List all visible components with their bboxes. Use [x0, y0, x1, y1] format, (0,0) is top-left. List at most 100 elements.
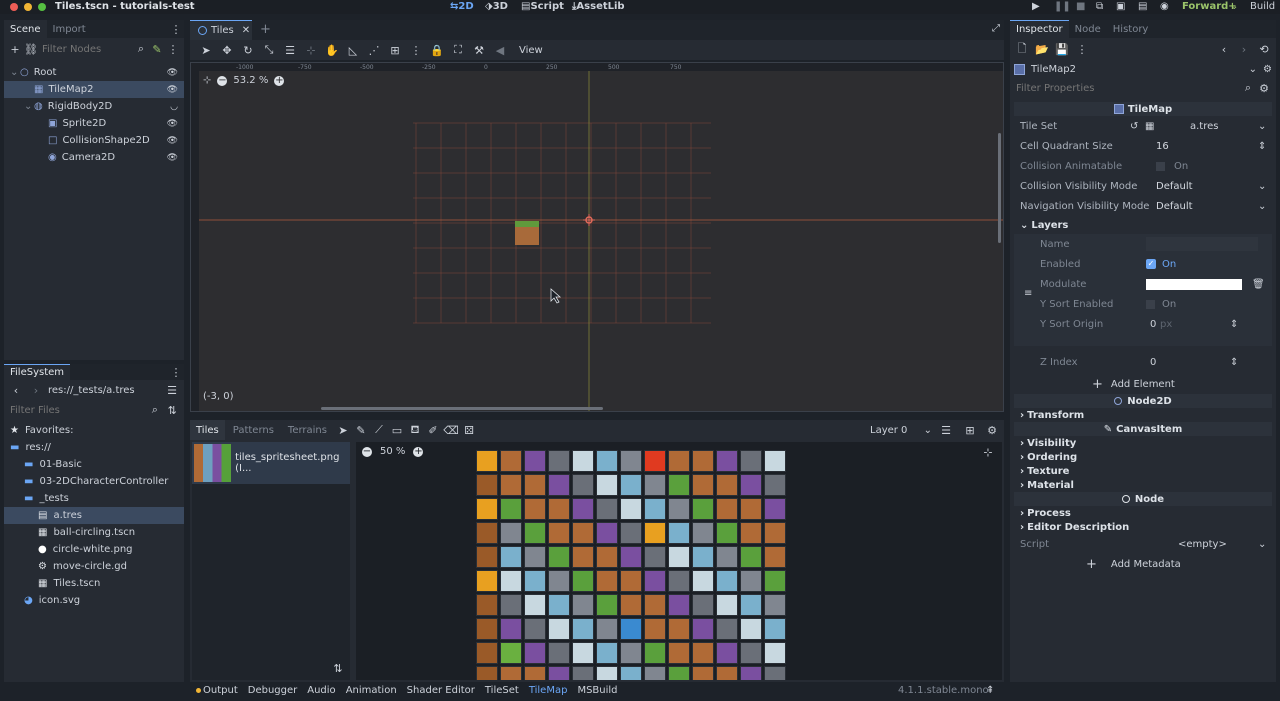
atlas-tile[interactable]	[500, 498, 522, 520]
atlas-tile[interactable]	[524, 522, 546, 544]
recent-history-icon[interactable]: ⟲	[1256, 41, 1272, 57]
scene-menu-icon[interactable]: ⋮	[166, 41, 180, 57]
zoom-out-icon[interactable]: −	[362, 446, 372, 457]
atlas-tile[interactable]	[764, 666, 786, 680]
atlas-tile[interactable]	[716, 642, 738, 664]
scene-node-collisionshape2d[interactable]: □ CollisionShape2D 👁	[4, 132, 184, 149]
atlas-tile[interactable]	[548, 474, 570, 496]
atlas-tile[interactable]	[716, 546, 738, 568]
atlas-tile[interactable]	[524, 546, 546, 568]
scene-node-rigidbody2d[interactable]: ⌄ ◍ RigidBody2D ◡	[4, 98, 184, 115]
select-tool-icon[interactable]: ➤	[335, 422, 351, 438]
atlas-tile[interactable]	[620, 522, 642, 544]
atlas-tile[interactable]	[548, 594, 570, 616]
atlas-tile[interactable]	[500, 570, 522, 592]
layer-select[interactable]: Layer 0 ⌄	[870, 423, 932, 437]
atlas-tile[interactable]	[548, 642, 570, 664]
fs-item[interactable]: ▤ a.tres	[4, 507, 184, 524]
minimize-window-icon[interactable]	[24, 3, 32, 11]
atlas-tile[interactable]	[500, 642, 522, 664]
renderer-select[interactable]: Forward+	[1182, 0, 1237, 14]
atlas-tile[interactable]	[764, 498, 786, 520]
atlas-tile[interactable]	[644, 594, 666, 616]
visibility-icon[interactable]: 👁	[167, 119, 178, 129]
z-index-field[interactable]: 0	[1150, 357, 1156, 368]
atlas-tile[interactable]	[740, 546, 762, 568]
collision-visibility-select[interactable]: Default	[1156, 181, 1193, 192]
random-tile-icon[interactable]: ⚄	[461, 422, 477, 438]
filter-options-icon[interactable]: ⚙	[1256, 80, 1272, 96]
group-process[interactable]: › Process	[1014, 506, 1272, 520]
center-view-icon[interactable]: ⊹	[203, 75, 211, 86]
atlas-tile[interactable]	[548, 546, 570, 568]
spinner-icon[interactable]: ⇕	[1258, 141, 1266, 152]
atlas-tile[interactable]	[692, 474, 714, 496]
view-menu[interactable]: View	[519, 45, 543, 56]
atlas-tile[interactable]	[692, 618, 714, 640]
atlas-tile[interactable]	[644, 474, 666, 496]
atlas-view[interactable]: − 50 % + ⊹	[356, 442, 1002, 680]
atlas-tile[interactable]	[644, 570, 666, 592]
close-tab-icon[interactable]: ✕	[242, 25, 250, 36]
link-icon[interactable]: ⛓	[24, 41, 38, 57]
rotate-tool-icon[interactable]: ↻	[240, 42, 256, 58]
atlas-tile[interactable]	[500, 450, 522, 472]
visibility-icon[interactable]: 👁	[167, 153, 178, 163]
mode-script-button[interactable]: ▤Script	[521, 0, 564, 14]
object-selector[interactable]: TileMap2 ⌄ ⚙	[1010, 60, 1276, 78]
atlas-tile[interactable]	[500, 618, 522, 640]
atlas-tile[interactable]	[764, 546, 786, 568]
stop-icon[interactable]: ■	[1076, 0, 1085, 14]
atlas-tile[interactable]	[716, 522, 738, 544]
build-button[interactable]: Build	[1250, 0, 1275, 14]
atlas-tile[interactable]	[692, 450, 714, 472]
atlas-tile[interactable]	[548, 618, 570, 640]
open-resource-icon[interactable]: 📂	[1034, 41, 1050, 57]
atlas-tile[interactable]	[740, 450, 762, 472]
zoom-level[interactable]: 53.2 %	[233, 75, 268, 86]
atlas-tile[interactable]	[716, 498, 738, 520]
fs-item[interactable]: ▬ 03-2DCharacterController	[4, 473, 184, 490]
atlas-tile[interactable]	[692, 498, 714, 520]
atlas-tile[interactable]	[476, 474, 498, 496]
atlas-tile[interactable]	[620, 474, 642, 496]
atlas-tile[interactable]	[668, 570, 690, 592]
fs-item[interactable]: ▬ _tests	[4, 490, 184, 507]
atlas-tile[interactable]	[572, 450, 594, 472]
tab-node[interactable]: Node	[1069, 20, 1107, 38]
atlas-tile[interactable]	[476, 666, 498, 680]
atlas-tile[interactable]	[596, 546, 618, 568]
bottom-tab-tilemap[interactable]: TileMap	[529, 685, 568, 696]
bottom-tab-animation[interactable]: Animation	[346, 685, 397, 696]
group-material[interactable]: › Material	[1014, 478, 1272, 492]
atlas-tile[interactable]	[620, 450, 642, 472]
atlas-tile[interactable]	[596, 498, 618, 520]
y-sort-origin-field[interactable]: 0	[1150, 319, 1156, 330]
atlas-tile[interactable]	[548, 450, 570, 472]
atlas-tile[interactable]	[548, 498, 570, 520]
spinner-icon[interactable]: ⇕	[1230, 357, 1238, 368]
filter-nodes-input[interactable]	[40, 40, 132, 58]
bucket-tool-icon[interactable]: ⛾	[407, 422, 423, 438]
atlas-tile[interactable]	[692, 666, 714, 680]
atlas-tile[interactable]	[476, 594, 498, 616]
atlas-tile[interactable]	[548, 522, 570, 544]
sort-icon[interactable]: ⇅	[165, 402, 180, 418]
movie-icon[interactable]: ◉	[1160, 0, 1169, 14]
fs-item[interactable]: ◕ icon.svg	[4, 592, 184, 609]
atlas-tile[interactable]	[740, 570, 762, 592]
layer-name-field[interactable]	[1146, 237, 1258, 251]
bottom-tab-msbuild[interactable]: MSBuild	[577, 685, 617, 696]
atlas-tile[interactable]	[476, 498, 498, 520]
atlas-tile[interactable]	[644, 666, 666, 680]
atlas-tile[interactable]	[644, 546, 666, 568]
atlas-tile[interactable]	[644, 618, 666, 640]
tab-import[interactable]: Import	[47, 20, 92, 38]
fs-item[interactable]: ▦ Tiles.tscn	[4, 575, 184, 592]
chevron-down-icon[interactable]: ⌄	[1258, 121, 1266, 132]
atlas-tile[interactable]	[764, 474, 786, 496]
pivot-icon[interactable]: ⊹	[303, 42, 319, 58]
new-resource-icon[interactable]: 🗋	[1014, 41, 1030, 57]
expand-icon[interactable]: ⌄	[10, 67, 20, 78]
tile-source-item[interactable]: tiles_spritesheet.png (I...	[192, 442, 350, 484]
